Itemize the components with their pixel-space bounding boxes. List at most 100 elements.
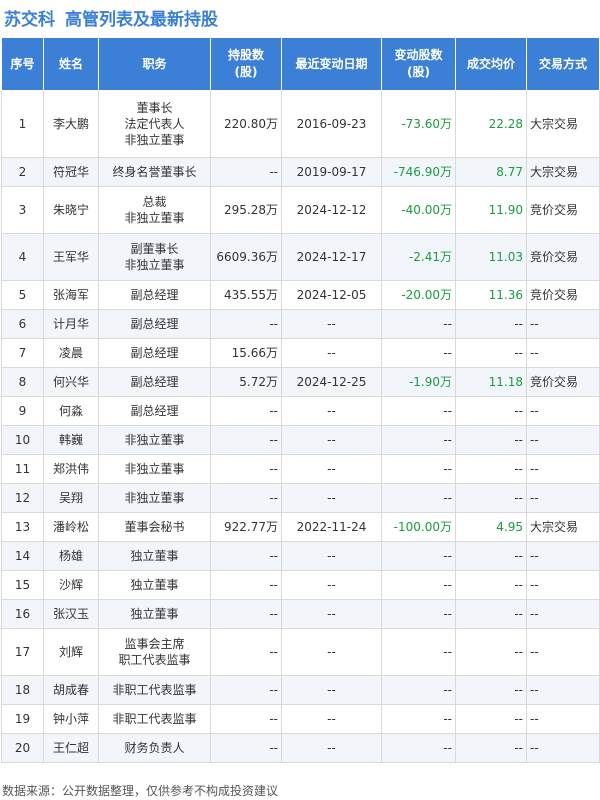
table-row: 4 王军华 副董事长 非独立董事 6609.36万 2024-12-17 -2.41万 11.… [1,233,600,281]
row-number-cell: 5 [1,280,44,310]
table-row: 17 刘辉 监事会主席 职工代表监事 -- -- -- -- -- [1,628,600,676]
trade-method-cell: 竞价交易 [526,280,600,310]
row-number-cell: 1 [1,90,44,158]
trade-method-cell: -- [526,704,600,734]
position-cell: 副总经理 [98,338,211,368]
share-change-cell: -- [381,338,456,368]
last-change-date-cell: -- [281,628,382,676]
position-cell: 独立董事 [98,599,211,629]
avg-price-cell: -- [455,338,527,368]
row-number-cell: 10 [1,425,44,455]
avg-price-cell: -- [455,483,527,513]
name-cell: 符冠华 [43,157,99,187]
last-change-date-cell: -- [281,704,382,734]
trade-method-cell: 大宗交易 [526,512,600,542]
row-number-cell: 11 [1,454,44,484]
avg-price-cell: -- [455,570,527,600]
shares-held-cell: -- [210,675,282,705]
row-number-cell: 20 [1,733,44,763]
name-cell: 王仁超 [43,733,99,763]
share-change-cell: -20.00万 [381,280,456,310]
position-cell: 副总经理 [98,280,211,310]
last-change-date-cell: -- [281,570,382,600]
shares-held-cell: -- [210,541,282,571]
last-change-date-cell: 2024-12-12 [281,186,382,234]
position-cell: 终身名誉董事长 [98,157,211,187]
column-header: 姓名 [43,37,99,91]
name-cell: 钟小萍 [43,704,99,734]
last-change-date-cell: -- [281,483,382,513]
page-title: 苏交科 高管列表及最新持股 [4,3,218,31]
share-change-cell: -40.00万 [381,186,456,234]
name-cell: 何兴华 [43,367,99,397]
table-body: 1 李大鹏 董事长 法定代表人 非独立董事 220.80万 2016-09-23 -73.60… [1,90,600,763]
position-line: 独立董事 [130,549,179,563]
position-cell: 董事长 法定代表人 非独立董事 [98,90,211,158]
shares-held-cell: 15.66万 [210,338,282,368]
avg-price-cell: -- [455,454,527,484]
shares-held-cell: 435.55万 [210,280,282,310]
position-cell: 总裁 非独立董事 [98,186,211,234]
table-row: 16 张汉玉 独立董事 -- -- -- -- -- [1,599,600,629]
share-change-cell: -2.41万 [381,233,456,281]
position-cell: 监事会主席职工代表监事 [98,628,211,676]
position-line: 终身名誉董事长 [112,165,197,179]
last-change-date-cell: -- [281,425,382,455]
table-row: 1 李大鹏 董事长 法定代表人 非独立董事 220.80万 2016-09-23 -73.60… [1,90,600,158]
table-row: 15 沙辉 独立董事 -- -- -- -- -- [1,570,600,600]
avg-price-cell: -- [455,704,527,734]
position-cell: 副总经理 [98,367,211,397]
shares-held-cell: -- [210,570,282,600]
last-change-date-cell: -- [281,309,382,339]
trade-method-cell: -- [526,338,600,368]
shares-held-cell: -- [210,599,282,629]
table-row: 3 朱晓宁 总裁 非独立董事 295.28万 2024-12-12 -40.00万 11.90… [1,186,600,234]
table-row: 11 郑洪伟 非独立董事 -- -- -- -- -- [1,454,600,484]
row-number-cell: 3 [1,186,44,234]
position-line: 独立董事 [130,578,179,592]
position-cell: 副总经理 [98,396,211,426]
shares-held-cell: -- [210,704,282,734]
position-line: 非独立董事 [124,433,185,447]
column-header: 持股数 (股) [210,37,282,91]
position-line: 非独立董事 [124,462,185,476]
avg-price-cell: -- [455,733,527,763]
share-change-cell: -- [381,704,456,734]
position-line: 副总经理 [130,288,179,302]
avg-price-cell: 4.95 [455,512,527,542]
share-change-cell: -- [381,628,456,676]
position-line: 法定代表人 [124,117,185,131]
last-change-date-cell: -- [281,454,382,484]
trade-method-cell: 竞价交易 [526,186,600,234]
share-change-cell: -- [381,541,456,571]
position-cell: 非独立董事 [98,454,211,484]
shares-held-cell: -- [210,157,282,187]
table-row: 7 凌晨 副总经理 15.66万 -- -- -- -- [1,338,600,368]
position-cell: 非职工代表监事 [98,704,211,734]
avg-price-cell: 11.18 [455,367,527,397]
row-number-cell: 9 [1,396,44,426]
position-line: 非独立董事 [124,491,185,505]
avg-price-cell: 8.77 [455,157,527,187]
position-line: 副总经理 [130,404,179,418]
position-line: 职工代表监事 [118,653,191,667]
share-change-cell: -- [381,570,456,600]
shares-held-cell: 295.28万 [210,186,282,234]
position-line: 董事会秘书 [124,520,185,534]
trade-method-cell: -- [526,396,600,426]
column-header: 交易方式 [526,37,600,91]
position-cell: 副董事长 非独立董事 [98,233,211,281]
name-cell: 刘辉 [43,628,99,676]
name-cell: 张汉玉 [43,599,99,629]
last-change-date-cell: -- [281,599,382,629]
name-cell: 张海军 [43,280,99,310]
table-row: 5 张海军 副总经理 435.55万 2024-12-05 -20.00万 11.36 竞价交… [1,280,600,310]
avg-price-cell: 22.28 [455,90,527,158]
row-number-cell: 6 [1,309,44,339]
row-number-cell: 8 [1,367,44,397]
trade-method-cell: 大宗交易 [526,157,600,187]
position-line: 董事长 [136,101,173,115]
table-row: 6 计月华 副总经理 -- -- -- -- -- [1,309,600,339]
position-line: 监事会主席 [124,637,185,651]
name-cell: 王军华 [43,233,99,281]
